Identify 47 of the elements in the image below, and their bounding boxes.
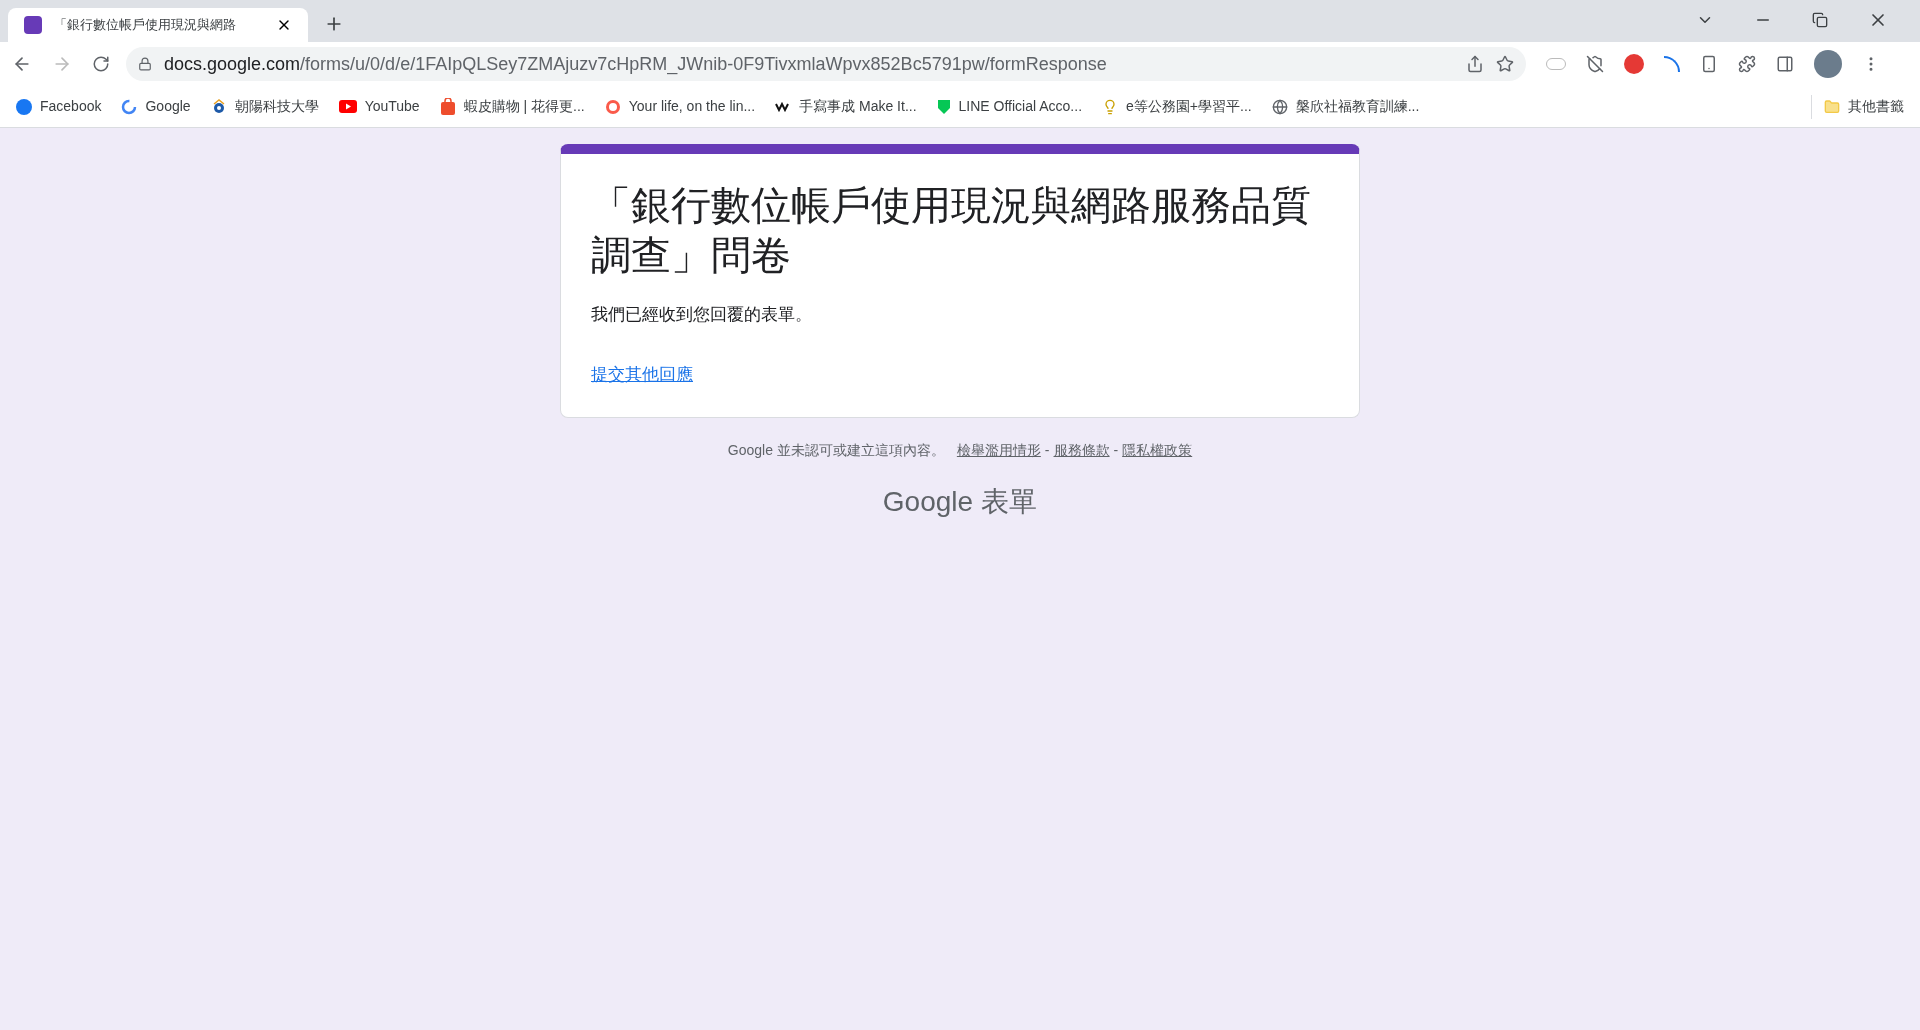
browser-tab[interactable]: 「銀行數位帳戶使用現況與網路 [8, 8, 308, 42]
phone-icon[interactable] [1700, 55, 1718, 73]
bookmark-item[interactable]: YouTube [338, 96, 420, 117]
extensions-icon[interactable] [1738, 55, 1756, 73]
bookmark-item[interactable]: 蝦皮購物 | 花得更... [439, 96, 585, 117]
extension-icon[interactable] [1624, 54, 1644, 74]
facebook-icon [16, 98, 32, 115]
bookmark-item[interactable]: 朝陽科技大學 [210, 96, 319, 117]
tab-title: 「銀行數位帳戶使用現況與網路 [54, 16, 237, 35]
lock-icon [138, 57, 152, 71]
confirmation-message: 我們已經收到您回覆的表單。 [591, 304, 813, 326]
signal-icon[interactable] [1664, 56, 1680, 72]
google-forms-logo: Google 表單 [882, 485, 1038, 519]
bookmark-item[interactable]: Facebook [16, 96, 102, 117]
form-icon [24, 16, 42, 34]
share-icon[interactable] [1466, 55, 1484, 73]
form-title: 「銀行數位帳戶使用現況與網路服務品質調查」問卷 [591, 182, 1312, 279]
shield-icon [936, 98, 951, 115]
bookmark-item[interactable]: e等公務園+學習平... [1102, 96, 1252, 117]
shield-icon[interactable] [1586, 55, 1604, 73]
address-bar[interactable]: docs.google.com/forms/u/0/d/e/1FAIpQLSey7ZMAjuzv7cHpRM_JWnib-0F9TivxmlaWpvx852Bc5791pw/formResponse [126, 47, 1526, 81]
round-badge-icon [604, 98, 621, 115]
bookmark-item[interactable]: Your life, on the lin... [604, 96, 756, 117]
url-text: docs.google.com/forms/u/0/d/e/1FAIpQLSey7ZMAjuzv7cHpRM_JWnib-0F9TivxmlaWpvx852Bc5791pw/formResponse [164, 52, 1108, 77]
avatar[interactable] [1814, 50, 1842, 78]
shopping-bag-icon [439, 98, 456, 115]
reload-icon[interactable] [92, 55, 110, 73]
bookmark-item[interactable]: Google [121, 96, 191, 117]
footer-link[interactable]: 檢舉濫用情形 [956, 440, 1041, 461]
google-icon [121, 98, 138, 115]
bookmark-item[interactable]: 槃欣社福教育訓練... [1271, 96, 1420, 117]
footer-link[interactable]: 服務條款 [1053, 440, 1110, 461]
disclaimer-text: Google 並未認可或建立這項內容。 [727, 441, 945, 460]
bookmark-star-icon[interactable] [1496, 55, 1514, 73]
bookmark-item[interactable]: LINE Official Acco... [936, 96, 1083, 117]
submit-another-link[interactable]: 提交其他回應 [591, 361, 693, 387]
side-panel-icon[interactable] [1776, 55, 1794, 73]
footer-link[interactable]: 隱私權政策 [1122, 440, 1193, 461]
globe-icon [1271, 98, 1288, 115]
squiggle-icon [775, 101, 792, 112]
separator-text: - [1044, 441, 1050, 460]
bookmark-item[interactable]: 手寫事成 Make It... [775, 96, 917, 117]
restore-icon[interactable] [1812, 12, 1828, 28]
separator-text: - [1113, 441, 1119, 460]
bookmark-folder[interactable]: 其他書籤 [1824, 94, 1904, 119]
folder-icon [1824, 98, 1840, 115]
play-icon [338, 100, 357, 113]
